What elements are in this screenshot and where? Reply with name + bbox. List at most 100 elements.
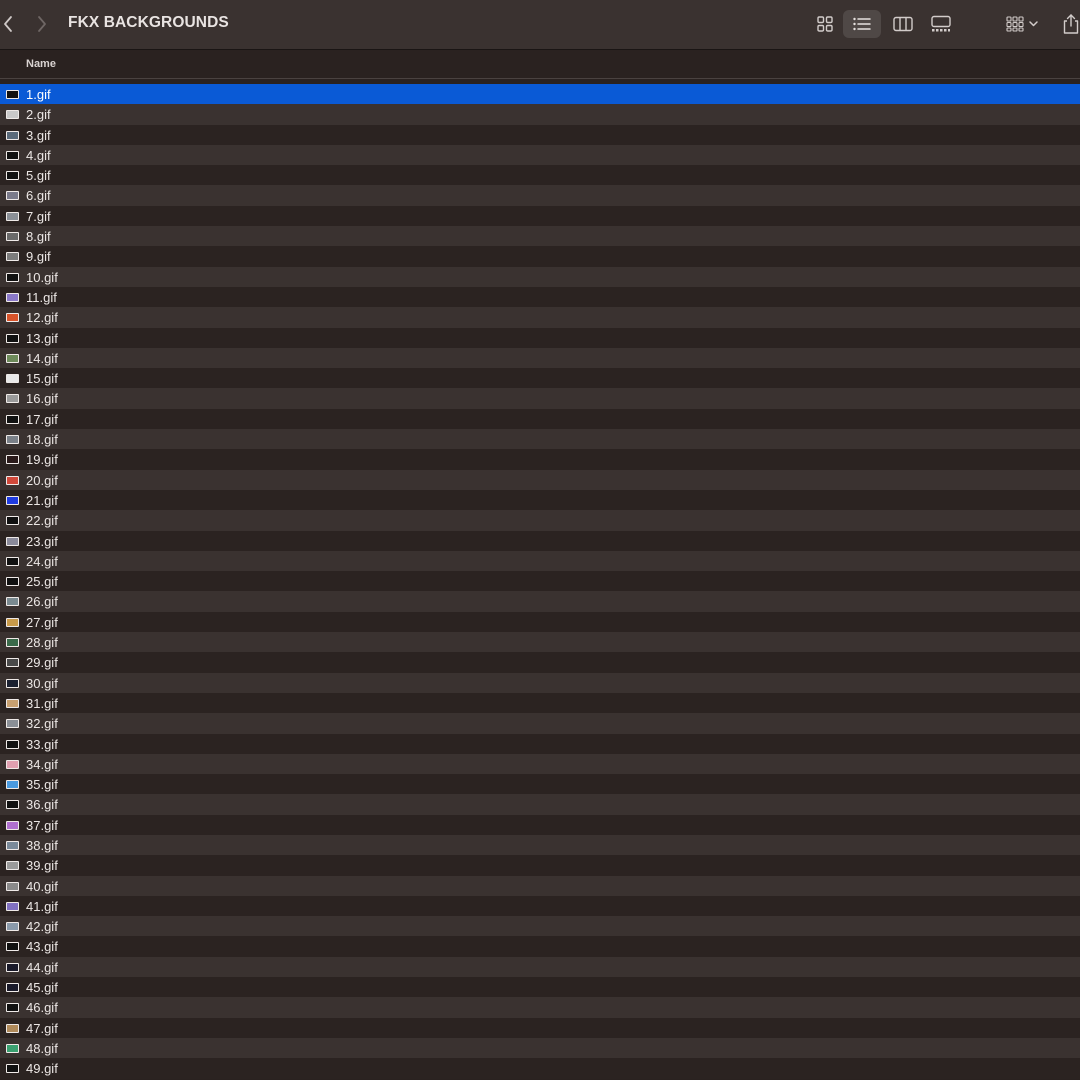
gallery-view-button[interactable] — [924, 10, 958, 38]
file-thumbnail-icon — [6, 962, 19, 972]
file-row[interactable]: 30.gif — [0, 672, 1080, 693]
columns-icon — [893, 16, 913, 32]
file-row[interactable]: 34.gif — [0, 753, 1080, 775]
window-title: FKX BACKGROUNDS — [68, 14, 229, 31]
file-name: 5.gif — [26, 168, 51, 184]
file-row[interactable]: 44.gif — [0, 956, 1080, 978]
file-name: 47.gif — [26, 1020, 58, 1036]
file-thumbnail-icon — [6, 313, 19, 323]
file-row[interactable]: 9.gif — [0, 246, 1080, 267]
file-row[interactable]: 26.gif — [0, 591, 1080, 612]
file-name: 49.gif — [26, 1061, 58, 1077]
file-row[interactable]: 28.gif — [0, 632, 1080, 653]
file-thumbnail-icon — [6, 922, 19, 932]
name-column-header[interactable]: Name — [26, 58, 56, 70]
column-view-button[interactable] — [886, 10, 920, 38]
file-name: 35.gif — [26, 777, 58, 793]
forward-button[interactable] — [30, 12, 54, 36]
file-row[interactable]: 27.gif — [0, 611, 1080, 633]
file-row[interactable]: 23.gif — [0, 530, 1080, 551]
file-row[interactable]: 16.gif — [0, 388, 1080, 409]
file-row[interactable]: 14.gif — [0, 347, 1080, 369]
file-row[interactable]: 21.gif — [0, 489, 1080, 511]
file-name: 29.gif — [26, 655, 58, 671]
share-button[interactable] — [1056, 10, 1080, 38]
back-button[interactable] — [0, 12, 20, 36]
file-thumbnail-icon — [6, 394, 19, 404]
file-name: 38.gif — [26, 837, 58, 853]
file-row[interactable]: 24.gif — [0, 550, 1080, 572]
file-row[interactable]: 8.gif — [0, 226, 1080, 247]
file-row[interactable]: 29.gif — [0, 652, 1080, 673]
file-name: 40.gif — [26, 878, 58, 894]
file-row[interactable]: 40.gif — [0, 875, 1080, 896]
toolbar: FKX BACKGROUNDS — [0, 0, 1080, 50]
file-row[interactable]: 46.gif — [0, 997, 1080, 1018]
share-icon — [1063, 14, 1079, 34]
file-thumbnail-icon — [6, 130, 19, 140]
file-row[interactable]: 15.gif — [0, 368, 1080, 389]
file-name: 2.gif — [26, 107, 51, 123]
file-thumbnail-icon — [6, 1043, 19, 1053]
list-view-button[interactable] — [843, 10, 881, 38]
file-name: 14.gif — [26, 350, 58, 366]
file-row[interactable]: 18.gif — [0, 429, 1080, 450]
file-name: 45.gif — [26, 980, 58, 996]
file-thumbnail-icon — [6, 881, 19, 891]
file-row[interactable]: 3.gif — [0, 124, 1080, 145]
file-row[interactable]: 47.gif — [0, 1017, 1080, 1038]
file-row[interactable]: 45.gif — [0, 977, 1080, 998]
file-row[interactable]: 49.gif — [0, 1058, 1080, 1079]
gallery-icon — [931, 15, 951, 32]
file-name: 4.gif — [26, 147, 51, 163]
group-button[interactable] — [1000, 10, 1046, 38]
file-row[interactable]: 13.gif — [0, 327, 1080, 348]
file-row[interactable]: 36.gif — [0, 794, 1080, 815]
file-row[interactable]: 1.gif — [0, 84, 1080, 105]
file-row[interactable]: 33.gif — [0, 733, 1080, 754]
file-row[interactable]: 42.gif — [0, 916, 1080, 937]
file-name: 12.gif — [26, 310, 58, 326]
file-name: 22.gif — [26, 513, 58, 529]
file-row[interactable]: 43.gif — [0, 936, 1080, 957]
file-thumbnail-icon — [6, 780, 19, 790]
file-row[interactable]: 17.gif — [0, 408, 1080, 430]
file-row[interactable]: 12.gif — [0, 307, 1080, 328]
file-row[interactable]: 19.gif — [0, 449, 1080, 470]
file-thumbnail-icon — [6, 759, 19, 769]
file-name: 7.gif — [26, 208, 51, 224]
file-name: 43.gif — [26, 939, 58, 955]
file-row[interactable]: 22.gif — [0, 510, 1080, 531]
file-name: 13.gif — [26, 330, 58, 346]
file-name: 25.gif — [26, 574, 58, 590]
file-row[interactable]: 4.gif — [0, 144, 1080, 166]
file-row[interactable]: 25.gif — [0, 571, 1080, 592]
file-name: 41.gif — [26, 898, 58, 914]
file-row[interactable]: 5.gif — [0, 165, 1080, 186]
file-row[interactable]: 35.gif — [0, 774, 1080, 795]
file-name: 31.gif — [26, 695, 58, 711]
file-row[interactable]: 31.gif — [0, 692, 1080, 714]
file-row[interactable]: 10.gif — [0, 266, 1080, 287]
column-header: Name — [0, 51, 1080, 79]
file-row[interactable]: 6.gif — [0, 185, 1080, 206]
file-row[interactable]: 20.gif — [0, 469, 1080, 490]
file-row[interactable]: 7.gif — [0, 205, 1080, 227]
group-icon — [1006, 16, 1038, 32]
file-row[interactable]: 39.gif — [0, 855, 1080, 876]
file-row[interactable]: 37.gif — [0, 814, 1080, 835]
file-name: 19.gif — [26, 452, 58, 468]
file-row[interactable]: 2.gif — [0, 104, 1080, 125]
file-row[interactable]: 48.gif — [0, 1037, 1080, 1059]
file-thumbnail-icon — [6, 110, 19, 120]
file-thumbnail-icon — [6, 597, 19, 607]
icon-view-button[interactable] — [810, 10, 840, 38]
file-thumbnail-icon — [6, 820, 19, 830]
file-row[interactable]: 32.gif — [0, 713, 1080, 734]
file-row[interactable]: 41.gif — [0, 895, 1080, 917]
file-thumbnail-icon — [6, 211, 19, 221]
file-row[interactable]: 38.gif — [0, 834, 1080, 856]
file-row[interactable]: 11.gif — [0, 286, 1080, 308]
file-name: 18.gif — [26, 432, 58, 448]
finder-window: FKX BACKGROUNDS Name 1.gif 2.gif 3.gif 4… — [0, 0, 1080, 1080]
